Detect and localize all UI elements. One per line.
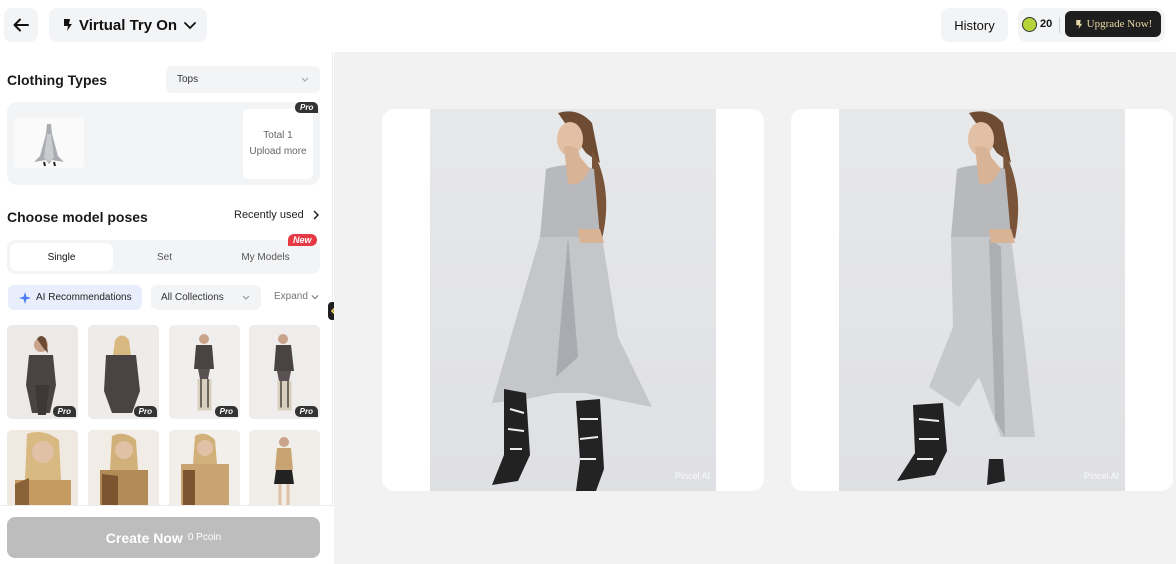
model-photo xyxy=(7,325,78,419)
clothing-type-select[interactable]: Tops xyxy=(166,66,320,93)
model-photo xyxy=(249,430,320,505)
model-photo xyxy=(7,430,78,505)
model-photo xyxy=(88,430,159,505)
result-image: Pincel AI xyxy=(430,109,716,491)
coin-count: 20 xyxy=(1040,18,1053,30)
result-card[interactable]: Pincel AI xyxy=(382,109,764,491)
left-panel: Clothing Types Tops Total 1 Upload more … xyxy=(0,52,333,564)
clothing-upload-card: Total 1 Upload more Pro xyxy=(7,102,320,185)
pose-thumbnail[interactable] xyxy=(249,430,320,505)
create-now-label: Create Now xyxy=(105,529,183,546)
collections-label: All Collections xyxy=(161,292,224,303)
collections-select[interactable]: All Collections xyxy=(151,285,261,310)
model-photo xyxy=(492,111,652,491)
coin-icon xyxy=(1022,17,1037,32)
pose-thumbnail[interactable]: Pro xyxy=(249,325,320,419)
upgrade-button[interactable]: Upgrade Now! xyxy=(1065,11,1161,37)
pro-badge: Pro xyxy=(294,406,318,417)
chevron-down-icon xyxy=(184,22,196,30)
app-title: Virtual Try On xyxy=(79,16,178,34)
tab-single[interactable]: Single xyxy=(10,243,113,271)
upgrade-label: Upgrade Now! xyxy=(1086,18,1153,30)
clothing-thumbnail[interactable] xyxy=(14,118,84,168)
pincel-logo-icon xyxy=(1075,19,1082,29)
tab-my-models[interactable]: My Models xyxy=(214,243,317,271)
pro-badge: Pro xyxy=(214,406,238,417)
model-poses-title: Choose model poses xyxy=(7,209,148,225)
ai-recommendations-label: AI Recommendations xyxy=(36,292,132,303)
pro-badge: Pro xyxy=(52,406,76,417)
watermark: Pincel AI xyxy=(674,471,710,481)
dress-icon xyxy=(14,118,84,168)
create-now-button[interactable]: Create Now 0 Pcoin xyxy=(7,517,320,558)
upload-more-button[interactable]: Total 1 Upload more xyxy=(243,109,313,179)
ai-recommendations-filter[interactable]: AI Recommendations xyxy=(8,285,142,310)
chevron-down-icon xyxy=(301,77,309,82)
pro-badge: Pro xyxy=(295,102,319,113)
pose-grid: Pro Pro Pro Pro xyxy=(7,325,320,505)
results-area: Pincel AI Pincel AI xyxy=(334,52,1176,564)
sparkle-icon xyxy=(19,291,31,304)
coin-balance: 20 Upgrade Now! xyxy=(1018,8,1165,42)
history-label: History xyxy=(954,17,995,33)
new-badge: New xyxy=(288,234,317,246)
total-count: Total 1 xyxy=(263,130,293,141)
model-photo xyxy=(249,325,320,419)
pose-thumbnail[interactable] xyxy=(169,430,240,505)
pose-thumbnail[interactable] xyxy=(7,430,78,505)
back-button[interactable] xyxy=(4,8,38,42)
pose-thumbnail[interactable]: Pro xyxy=(7,325,78,419)
history-button[interactable]: History xyxy=(941,8,1008,42)
divider xyxy=(1059,17,1060,33)
pose-thumbnail[interactable] xyxy=(88,430,159,505)
clothing-types-title: Clothing Types xyxy=(7,72,108,88)
arrow-left-icon xyxy=(13,18,29,32)
chevron-right-icon xyxy=(313,210,319,220)
clothing-type-value: Tops xyxy=(177,74,199,85)
result-card[interactable]: Pincel AI xyxy=(791,109,1173,491)
result-image: Pincel AI xyxy=(839,109,1125,491)
pose-thumbnail[interactable]: Pro xyxy=(88,325,159,419)
tab-set[interactable]: Set xyxy=(113,243,216,271)
pincel-logo-icon xyxy=(64,19,72,31)
model-photo xyxy=(169,430,240,505)
expand-label: Expand xyxy=(274,291,308,302)
create-cost: 0 Pcoin xyxy=(187,532,222,543)
chevron-down-icon xyxy=(242,295,250,300)
watermark: Pincel AI xyxy=(1083,471,1119,481)
app-title-dropdown[interactable]: Virtual Try On xyxy=(49,8,208,42)
top-bar: Virtual Try On History 20 Upgrade Now! xyxy=(0,0,1176,52)
chevron-down-icon xyxy=(311,294,319,299)
pro-badge: Pro xyxy=(133,406,157,417)
recently-used-link[interactable]: Recently used xyxy=(234,209,320,221)
pose-tabs: Single Set My Models xyxy=(7,240,320,274)
model-photo xyxy=(169,325,240,419)
model-photo xyxy=(897,111,1035,485)
recently-used-label: Recently used xyxy=(234,209,304,221)
upload-more-label: Upload more xyxy=(249,146,307,157)
expand-button[interactable]: Expand xyxy=(274,291,319,302)
pose-thumbnail[interactable]: Pro xyxy=(169,325,240,419)
model-photo xyxy=(88,325,159,419)
create-footer: Create Now 0 Pcoin xyxy=(0,505,333,564)
